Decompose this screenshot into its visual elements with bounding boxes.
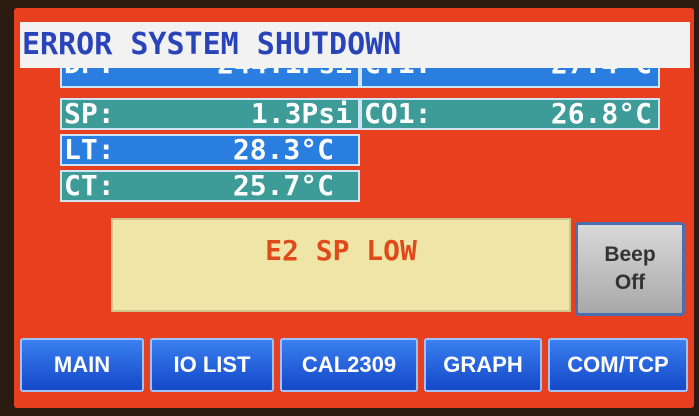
readout-co1: CO1: 26.8°C [360, 98, 660, 130]
readout-ct-label: CT: [64, 170, 115, 202]
nav-com-tcp-button[interactable]: COM/TCP [548, 338, 688, 392]
nav-io-list-button[interactable]: IO LIST [150, 338, 274, 392]
readout-co1-label: CO1: [364, 98, 432, 130]
readout-sp-value: 1.3Psi [250, 98, 352, 130]
beep-off-button[interactable]: Beep Off [575, 222, 685, 316]
readout-lt: LT: 28.3°C [60, 134, 360, 166]
readout-ct-value: 25.7°C [232, 170, 334, 202]
beep-button-line1: Beep [604, 243, 656, 266]
alarm-message-box: E2 SP LOW [111, 218, 571, 312]
nav-main-button[interactable]: MAIN [20, 338, 144, 392]
readout-sp-label: SP: [64, 98, 115, 130]
nav-cal-button[interactable]: CAL2309 [280, 338, 418, 392]
beep-button-line2: Off [614, 271, 646, 294]
readout-co1-value: 26.8°C [550, 98, 652, 130]
readout-lt-label: LT: [64, 134, 115, 166]
hmi-screen: DP: 244.1Psi CT1: 27.4°C ERROR SYSTEM SH… [14, 8, 694, 408]
status-header: ERROR SYSTEM SHUTDOWN [20, 22, 690, 68]
readout-ct: CT: 25.7°C [60, 170, 360, 202]
readout-lt-value: 28.3°C [232, 134, 334, 166]
readout-sp: SP: 1.3Psi [60, 98, 360, 130]
alarm-message-text: E2 SP LOW [265, 234, 417, 267]
nav-graph-button[interactable]: GRAPH [424, 338, 542, 392]
